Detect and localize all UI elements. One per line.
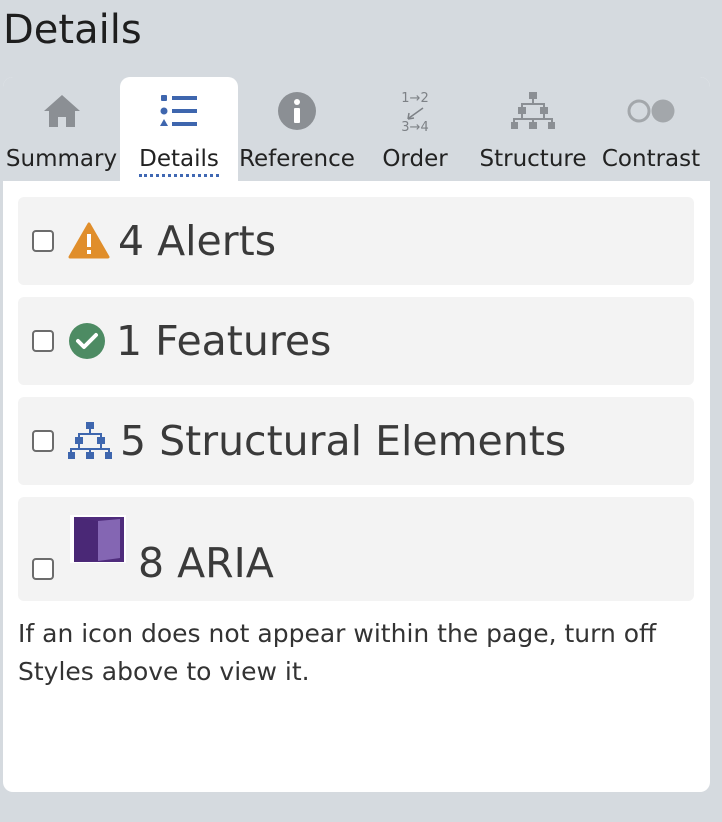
structure-icon — [68, 422, 112, 459]
details-panel: Summary Details Reference 1→2 3→4 Order … — [3, 77, 710, 792]
home-icon — [43, 95, 80, 127]
contrast-icon — [627, 99, 675, 123]
alerts-row: 4 Alerts — [18, 197, 694, 285]
structural-checkbox[interactable] — [32, 430, 54, 452]
info-icon — [278, 92, 316, 130]
warning-icon — [68, 222, 110, 259]
order-icon: 1→2 3→4 — [401, 91, 428, 133]
structure-icon — [511, 92, 555, 129]
tab-structure[interactable]: Structure — [474, 77, 592, 181]
tab-contrast[interactable]: Contrast — [592, 77, 710, 181]
tab-structure-label: Structure — [479, 146, 587, 172]
aria-box-icon — [70, 515, 126, 563]
alerts-checkbox[interactable] — [32, 230, 54, 252]
order-icon-bottom: 3→4 — [401, 120, 428, 133]
features-checkbox[interactable] — [32, 330, 54, 352]
order-icon-top: 1→2 — [401, 91, 428, 106]
aria-label: 8 ARIA — [138, 539, 274, 587]
structural-row: 5 Structural Elements — [18, 397, 694, 485]
tab-details-label: Details — [139, 146, 219, 177]
tab-bar: Summary Details Reference 1→2 3→4 Order … — [3, 77, 710, 181]
check-circle-icon — [69, 323, 105, 359]
aria-checkbox[interactable] — [32, 558, 54, 580]
tab-order[interactable]: 1→2 3→4 Order — [356, 77, 474, 181]
tab-reference[interactable]: Reference — [238, 77, 356, 181]
features-row: 1 Features — [18, 297, 694, 385]
tab-reference-label: Reference — [239, 146, 355, 172]
tab-details[interactable]: Details — [120, 77, 238, 181]
features-label: 1 Features — [116, 317, 332, 365]
aria-row: 8 ARIA — [18, 497, 694, 601]
help-note: If an icon does not appear within the pa… — [18, 619, 657, 686]
page-title: Details — [3, 7, 142, 53]
tab-summary[interactable]: Summary — [3, 77, 120, 181]
tab-summary-label: Summary — [5, 146, 118, 172]
list-icon — [160, 95, 197, 126]
tab-order-label: Order — [382, 146, 448, 172]
structural-label: 5 Structural Elements — [120, 417, 567, 465]
tab-contrast-label: Contrast — [601, 146, 701, 172]
alerts-label: 4 Alerts — [118, 217, 277, 265]
